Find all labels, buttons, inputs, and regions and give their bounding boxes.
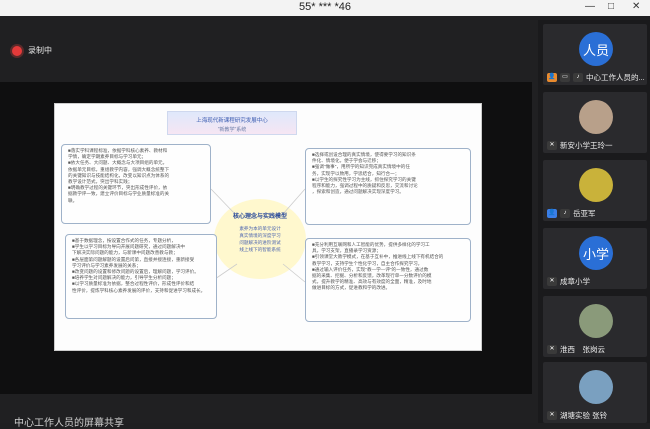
concept-line: ■以学习质量标准为依据，整合过程性评价，形成性评价和结 [72,281,195,287]
core-line: 问题解决的进阶测试 [239,240,281,245]
window-title: 55* *** *46 [299,1,351,13]
participant-tile[interactable]: ✕ 新安小学王玲一 [543,92,647,153]
mic-muted-icon: ✕ [547,141,557,150]
participant-name: 成章小学 [560,277,590,286]
mic-muted-icon: ✕ [547,277,557,286]
person-icon: 👤 [547,209,557,218]
participant-tile[interactable]: 小学 ✕ 成章小学 [543,228,647,289]
core-line: 真实情境的深度学习 [239,233,281,238]
participant-name: 湖塘实验 张铃 [560,411,608,420]
concept-line: ，探索和创造，通过问题解决实现深度学习。 [312,189,404,195]
core-concept: 核心理念与实践模型 素养为本的单元设计 真实情境的深度学习 问题解决的进阶测试 … [218,201,302,271]
shared-slide: 上海现代新课程研究发展中心 "新教学"系统 核心理念与实践模型 素养为本的单元设… [54,103,482,351]
screen-share-icon: ▭ [560,73,570,82]
meeting-window: 55* *** *46 — □ ✕ 录制中 上海现代新课程研究发展中心 "新教学… [0,0,650,429]
avatar [579,304,613,338]
concept-line: 做进目标的方式，促进教和学的改进。 [312,285,391,291]
concept-box-unit-design: ■落实学科课程标准，依据学科核心素养、教材和 学情，确定学期素养目标与学习单元；… [61,144,211,224]
maximize-icon[interactable]: □ [608,1,614,12]
core-concept-body: 素养为本的单元设计 真实情境的深度学习 问题解决的进阶测试 线上线下的智能系统 [218,225,302,253]
participant-name: 中心工作人员的... [586,73,645,82]
title-bar: 55* *** *46 — □ ✕ [0,0,650,16]
participant-tile[interactable]: 人员 👤 ▭ ♪ 中心工作人员的... [543,24,647,85]
concept-box-smart-system: ■充分利用互联网和人工智能的优势，提供多样化的学习工 具，学习支架，直播录学习资… [305,238,471,322]
record-dot-icon [12,45,22,56]
avatar [579,100,613,134]
minimize-icon[interactable]: — [585,1,595,12]
person-icon: 👤 [547,73,557,82]
mic-icon: ♪ [573,73,583,82]
core-line: 线上线下的智能系统 [239,247,281,252]
core-line: 素养为本的单元设计 [239,226,281,231]
close-icon[interactable]: ✕ [632,1,640,12]
avatar [579,370,613,404]
concept-line: 性评价，提炼学科核心素养发展的评价，支持和促进学习和成长。 [72,287,206,293]
participant-tile[interactable]: 👤 ♪ 岳亚军 [543,160,647,221]
mic-muted-icon: ✕ [547,411,557,420]
concept-line: ■各层面第问题解题的设置后问第，直接并接连接，重新接受 [72,256,195,262]
concept-line: 联。 [68,197,78,203]
participant-tile[interactable]: ✕ 湖塘实验 张铃 [543,362,647,423]
participant-name: 岳亚军 [573,209,596,218]
participant-tile[interactable]: ✕ 淮西 张岗云 [543,296,647,357]
avatar: 小学 [579,236,613,270]
avatar [579,168,613,202]
recording-label: 录制中 [28,46,52,55]
screen-share-caption: 中心工作人员的屏幕共享 [14,418,124,429]
concept-box-problem-solving: ■基于数据理念，按设置合作式的任务，专题分析， ■学生以学习目标为导向开展问题研… [65,234,217,319]
avatar: 人员 [579,32,613,66]
mic-muted-icon: ✕ [547,345,557,354]
participant-name: 淮西 张岗云 [560,345,605,354]
recording-indicator[interactable]: 录制中 [12,45,52,56]
core-concept-title: 核心理念与实践模型 [232,214,287,220]
concept-box-deep-learning: ■选择或创设合理的真实情境，使得要学习的知识条 件化、情境化，便于学会与迁移； … [305,148,471,225]
participant-name: 新安小学王玲一 [560,141,613,150]
mic-icon: ♪ [560,209,570,218]
